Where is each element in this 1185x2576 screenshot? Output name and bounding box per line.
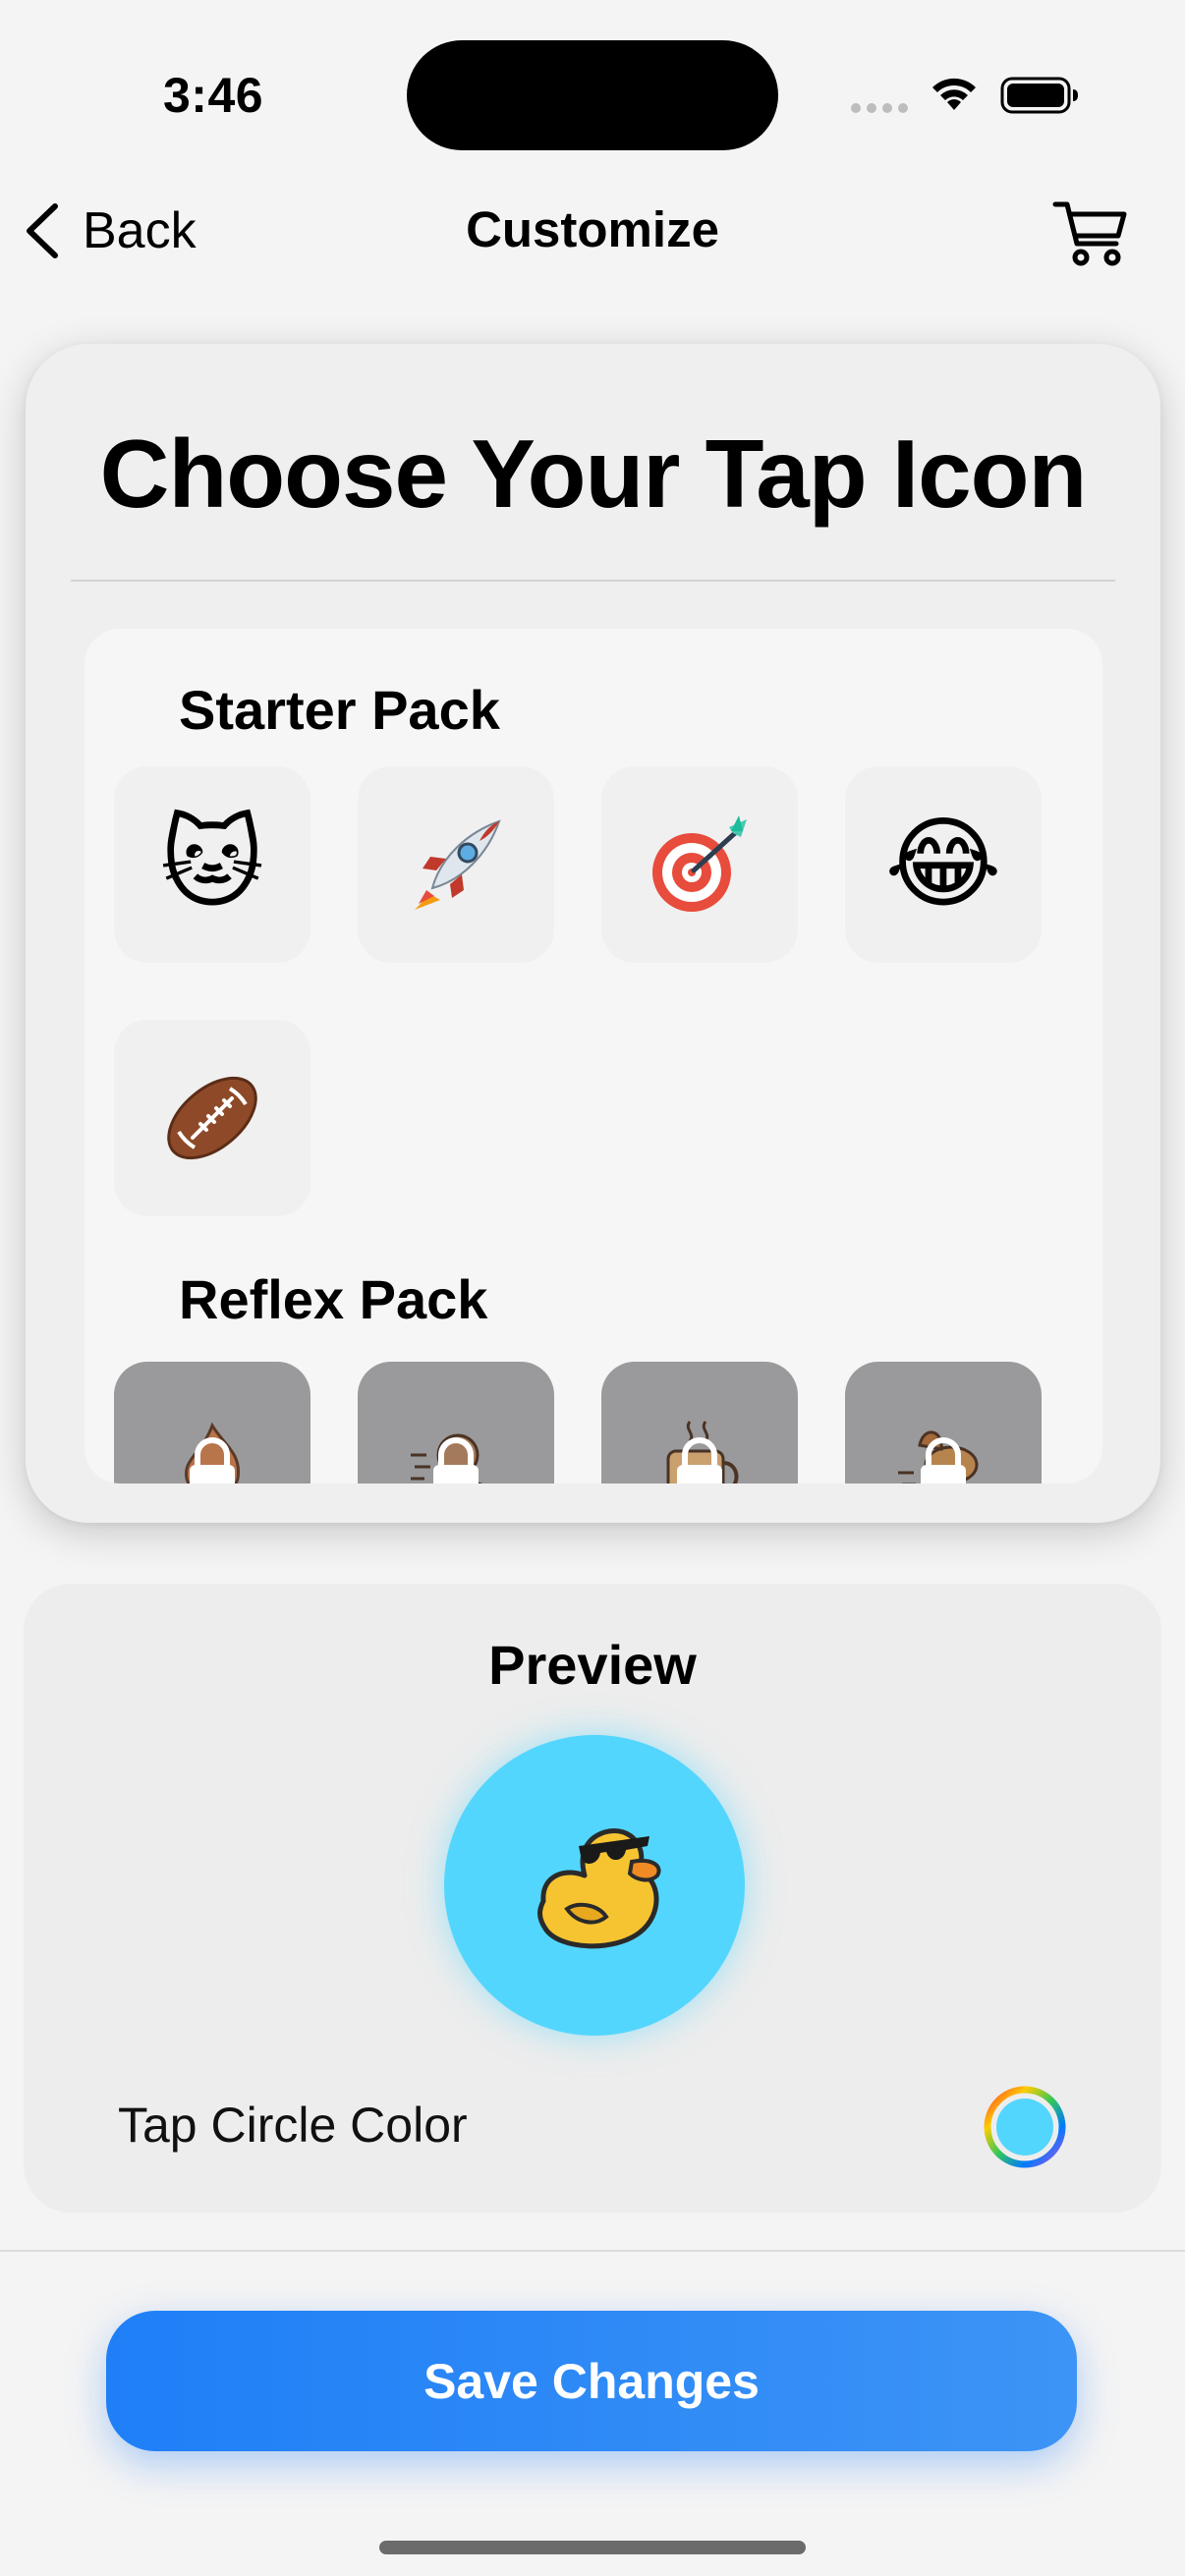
preview-card: Preview Tap Circle Color — [24, 1584, 1161, 2212]
wifi-icon — [932, 78, 976, 110]
lock-icon — [433, 1437, 479, 1484]
pack-title-reflex: Reflex Pack — [179, 1268, 488, 1330]
locked-icon-sloth[interactable] — [358, 1362, 554, 1484]
signal-dots-icon — [851, 103, 908, 113]
icon-option-cat[interactable]: 🐱 — [114, 766, 310, 963]
locked-icon-dog[interactable] — [845, 1362, 1042, 1484]
cart-icon[interactable] — [1051, 196, 1130, 267]
divider — [71, 580, 1115, 582]
battery-icon — [1000, 77, 1078, 114]
lock-icon — [677, 1437, 722, 1484]
cool-duck-icon — [537, 1828, 661, 1949]
color-picker-button[interactable] — [983, 2085, 1067, 2169]
lock-icon — [921, 1437, 966, 1484]
preview-title: Preview — [488, 1634, 697, 1696]
home-indicator[interactable] — [379, 2541, 806, 2554]
tap-circle-color-label: Tap Circle Color — [118, 2098, 468, 2153]
save-changes-button[interactable]: Save Changes — [106, 2311, 1077, 2451]
icon-picker-title: Choose Your Tap Icon — [99, 420, 1088, 528]
icon-option-football[interactable] — [114, 1020, 310, 1216]
pack-title-starter: Starter Pack — [179, 679, 500, 741]
customize-screen: 3:46 Back Customize Choose Your Tap Icon… — [0, 0, 1185, 2576]
american-football-icon — [167, 1076, 257, 1160]
icon-picker-card: Choose Your Tap Icon Starter Pack 🐱 😂 Re… — [26, 344, 1160, 1523]
icon-option-rocket[interactable] — [358, 766, 554, 963]
divider — [0, 2250, 1185, 2252]
lock-icon — [190, 1437, 235, 1484]
icon-option-tears-of-joy[interactable]: 😂 — [845, 766, 1042, 963]
tap-circle-preview — [444, 1735, 745, 2036]
tears-of-joy-icon: 😂 — [884, 806, 1002, 923]
dynamic-island — [407, 40, 778, 150]
direct-hit-target-icon — [652, 815, 747, 912]
cat-face-icon: 🐱 — [159, 806, 265, 923]
locked-icon-flame[interactable] — [114, 1362, 310, 1484]
icon-option-target[interactable] — [601, 766, 798, 963]
rocket-icon — [415, 819, 501, 910]
locked-icon-coffee[interactable] — [601, 1362, 798, 1484]
icon-pack-list[interactable]: Starter Pack 🐱 😂 Reflex Pack — [85, 629, 1102, 1484]
page-title: Customize — [466, 201, 719, 257]
status-time: 3:46 — [163, 68, 264, 123]
